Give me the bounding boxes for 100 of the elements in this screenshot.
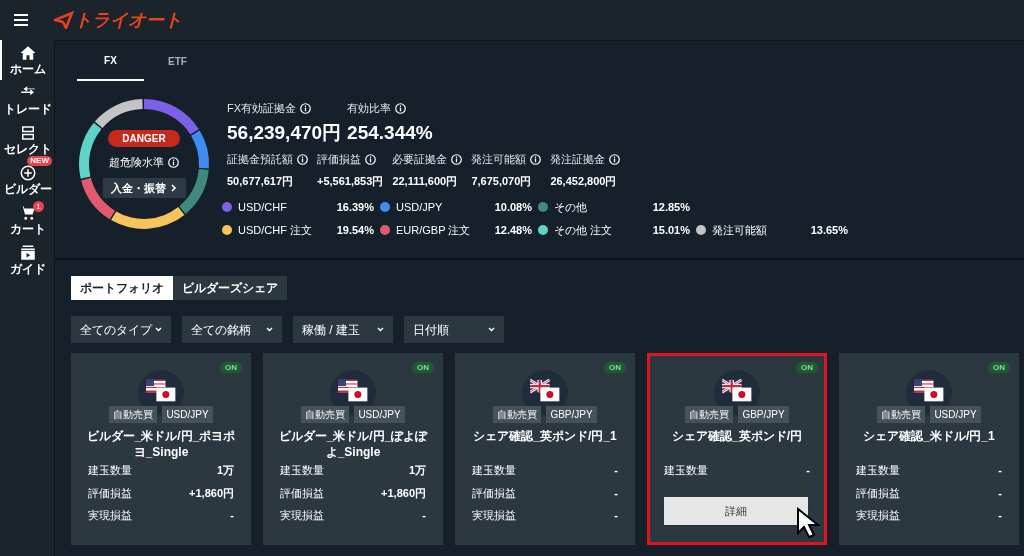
stat-value: - [614, 485, 618, 501]
info-icon[interactable] [300, 102, 312, 114]
detail-label: 発注可能額 [471, 152, 527, 167]
detail-value: 22,111,600円 [392, 173, 459, 189]
deposit-transfer-button[interactable]: 入金・振替 [102, 177, 186, 198]
stat-label: 評価損益 [856, 485, 900, 501]
sidebar-label: カート [10, 222, 46, 236]
stat-label: 評価損益 [472, 485, 516, 501]
filter-dropdown[interactable]: 稼働 / 建玉 [293, 316, 393, 343]
on-status-badge: ON [412, 362, 434, 373]
stat-label: 評価損益 [280, 485, 324, 501]
detail-label: 発注証拠金 [550, 152, 606, 167]
legend-value: 19.54% [336, 222, 374, 238]
pair-tag: GBP/JPY [738, 406, 789, 423]
type-tag: 自動売買 [301, 406, 350, 423]
sidebar-item[interactable]: ガイド [0, 240, 54, 280]
stat-value: +1,860円 [189, 485, 234, 501]
stat-label: 実現損益 [472, 508, 516, 523]
view-tab[interactable]: ポートフォリオ [71, 276, 173, 300]
on-status-badge: ON [796, 362, 818, 373]
flags-icon [530, 377, 560, 403]
account-tab[interactable]: FX [77, 41, 144, 81]
stat-label: 建玉数量 [280, 463, 324, 478]
sidebar-label: ビルダー [4, 182, 52, 196]
stat-value: - [422, 508, 426, 523]
filter-dropdown[interactable]: 日付順 [404, 316, 504, 343]
home-icon [19, 44, 37, 62]
legend-label: その他 注文 [554, 222, 614, 238]
info-icon[interactable] [365, 153, 376, 165]
summary-label: 有効比率 [347, 101, 392, 116]
sidebar-item[interactable]: トレード [0, 80, 54, 120]
card-title: ビルダー_米ドル/円_ポヨポヨ_Single [85, 428, 237, 460]
logo[interactable]: トライオート [74, 6, 182, 34]
sidebar-label: トレード [4, 102, 52, 116]
portfolio-card[interactable]: ON 自動売買 USD/JPY シェア確認_米ドル/円_1 建玉数量 - 評価損益 - 実現損益 - [839, 353, 1019, 545]
detail-label: 証拠金預託額 [227, 152, 293, 167]
flags-icon [338, 377, 368, 403]
legend-value: 13.65% [810, 222, 848, 238]
flags-icon [146, 377, 176, 403]
menu-icon[interactable] [14, 14, 28, 26]
detail-value: 50,677,617円 [227, 173, 295, 189]
info-icon[interactable] [297, 153, 308, 165]
info-icon[interactable] [609, 153, 621, 165]
card-title: シェア確認_英ポンド/円 [672, 428, 802, 444]
flags-icon [722, 377, 752, 403]
on-status-badge: ON [604, 362, 626, 373]
chevron-down-icon [488, 327, 495, 332]
type-tag: 自動売買 [493, 406, 542, 423]
chevron-down-icon [155, 327, 162, 332]
video-guide-icon [19, 244, 37, 262]
type-tag: 自動売買 [877, 406, 926, 423]
info-icon[interactable] [395, 102, 407, 114]
stat-label: 建玉数量 [856, 463, 900, 478]
summary-label: FX有効証拠金 [227, 101, 297, 116]
stat-value: - [230, 508, 234, 523]
stat-value: - [998, 463, 1002, 478]
status-badge: DANGER [108, 130, 180, 147]
pair-tag: USD/JPY [930, 406, 981, 423]
stat-value: - [998, 485, 1002, 501]
detail-value: 7,675,070円 [471, 173, 533, 189]
stat-label: 実現損益 [88, 508, 132, 523]
stat-label: 建玉数量 [664, 463, 708, 478]
card-title: シェア確認_米ドル/円_1 [863, 428, 995, 444]
sidebar-label: セレクト [4, 142, 52, 156]
legend-label: USD/CHF [238, 200, 288, 215]
portfolio-card[interactable]: ON 自動売買 GBP/JPY シェア確認_英ポンド/円 建玉数量 - 詳細 [647, 353, 827, 545]
info-icon[interactable] [451, 153, 463, 165]
info-icon[interactable] [530, 153, 542, 165]
new-badge: NEW [27, 156, 52, 166]
summary-value: 254.344% [347, 120, 433, 145]
stat-label: 評価損益 [88, 485, 132, 501]
chevron-right-icon [169, 183, 178, 192]
info-icon[interactable] [168, 156, 179, 168]
stat-value: +1,860円 [381, 485, 426, 501]
stat-label: 建玉数量 [472, 463, 516, 478]
count-badge: 1 [33, 201, 44, 212]
sidebar-item[interactable]: 1 カート [0, 200, 54, 240]
portfolio-card[interactable]: ON 自動売買 USD/JPY ビルダー_米ドル/円_ポヨポヨ_Single 建玉数量 1万 評価損益 +1,860円 実現損益 - [71, 353, 251, 545]
pair-tag: GBP/JPY [546, 406, 597, 423]
stat-value: 1万 [408, 463, 426, 478]
on-status-badge: ON [220, 362, 242, 373]
portfolio-card[interactable]: ON 自動売買 GBP/JPY シェア確認_英ポンド/円_1 建玉数量 - 評価損益 - 実現損益 - [455, 353, 635, 545]
flags-icon [914, 377, 944, 403]
legend-label: 発注可能額 [712, 222, 768, 238]
filter-dropdown[interactable]: 全てのタイプ [71, 316, 171, 343]
detail-label: 評価損益 [317, 152, 361, 167]
view-tab[interactable]: ビルダーズシェア [173, 276, 287, 300]
stat-value: 1万 [216, 463, 234, 478]
stat-value: - [998, 508, 1002, 523]
account-tab[interactable]: ETF [144, 41, 211, 81]
chevron-down-icon [266, 327, 273, 332]
portfolio-card[interactable]: ON 自動売買 USD/JPY ビルダー_米ドル/円_ぽよぽよ_Single 建玉数量 1万 評価損益 +1,860円 実現損益 - [263, 353, 443, 545]
legend-label: その他 [554, 200, 588, 215]
on-status-badge: ON [988, 362, 1010, 373]
pair-tag: USD/JPY [354, 406, 405, 423]
filter-dropdown[interactable]: 全ての銘柄 [182, 316, 282, 343]
detail-label: 必要証拠金 [392, 152, 448, 167]
legend-value: 12.85% [652, 200, 690, 215]
details-button[interactable]: 詳細 [664, 497, 808, 525]
logo-mark-icon [54, 11, 74, 29]
